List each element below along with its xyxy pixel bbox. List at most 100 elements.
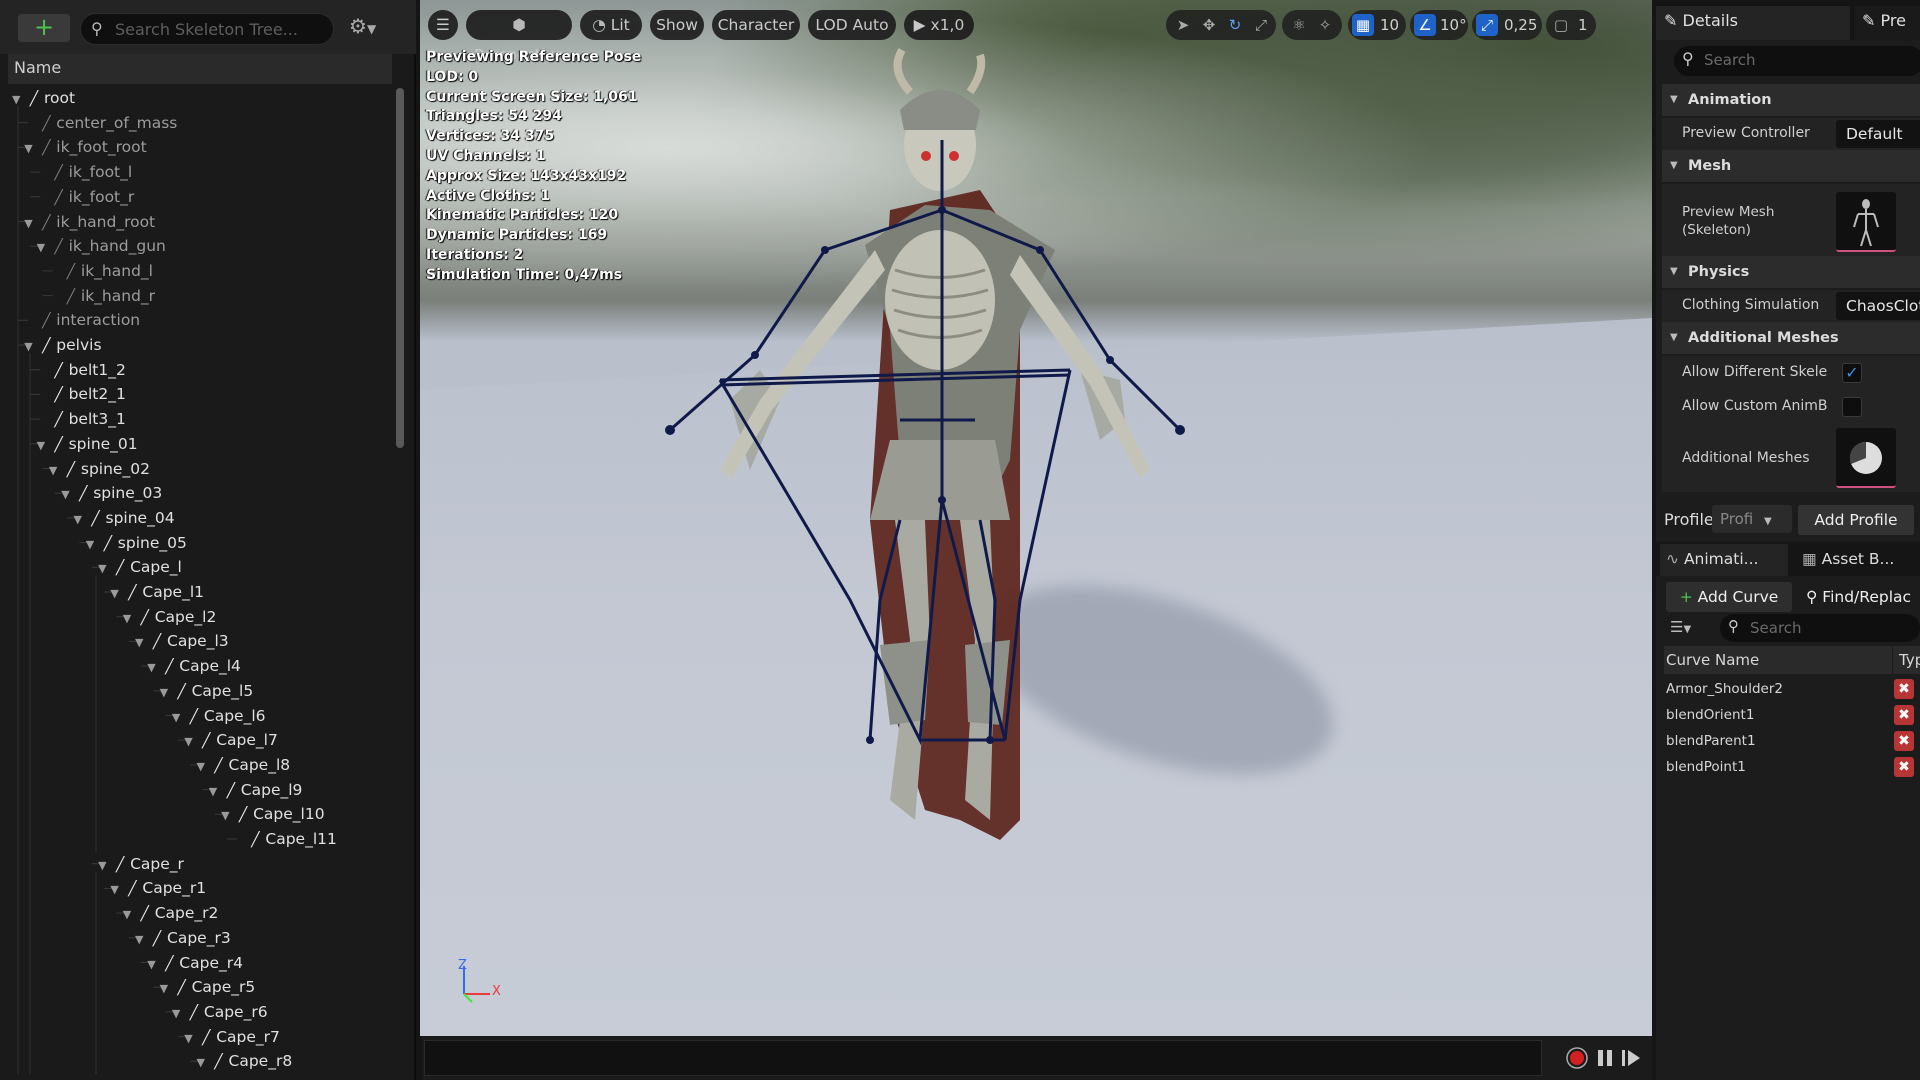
- tree-row-cape_r1[interactable]: ▼ ╱ Cape_r1: [110, 876, 206, 900]
- tree-row-cape_r4[interactable]: ▼ ╱ Cape_r4: [147, 951, 243, 975]
- tree-row-pelvis[interactable]: ▼ ╱ pelvis: [24, 333, 101, 357]
- expand-arrow-icon[interactable]: ▼: [135, 631, 147, 655]
- tree-row-cape_l3[interactable]: ▼ ╱ Cape_l3: [135, 629, 229, 653]
- tree-row-center_of_mass[interactable]: ╱ center_of_mass: [24, 111, 177, 135]
- tree-row-belt1_2[interactable]: ╱ belt1_2: [37, 358, 125, 382]
- expand-arrow-icon[interactable]: ▼: [61, 483, 73, 507]
- expand-arrow-icon[interactable]: ▼: [147, 656, 159, 680]
- tree-row-cape_r7[interactable]: ▼ ╱ Cape_r7: [184, 1025, 280, 1049]
- viewport-menu-button[interactable]: ☰: [428, 10, 458, 40]
- type-header[interactable]: Typ: [1892, 646, 1920, 674]
- tree-row-cape_l4[interactable]: ▼ ╱ Cape_l4: [147, 654, 241, 678]
- lod-button[interactable]: LOD Auto: [808, 10, 896, 40]
- delete-curve-icon[interactable]: ✖: [1894, 731, 1914, 751]
- add-profile-button[interactable]: Add Profile: [1798, 505, 1914, 535]
- add-socket-button[interactable]: +: [18, 14, 70, 42]
- section-additional-meshes[interactable]: ▼ Additional Meshes: [1662, 322, 1920, 354]
- record-icon[interactable]: [1566, 1047, 1588, 1069]
- expand-arrow-icon[interactable]: ▼: [197, 1051, 209, 1075]
- expand-arrow-icon[interactable]: ▼: [24, 335, 36, 359]
- tree-row-spine_04[interactable]: ▼ ╱ spine_04: [74, 506, 175, 530]
- curve-row[interactable]: blendOrient1 ✖: [1664, 702, 1920, 728]
- pause-icon[interactable]: [1594, 1047, 1616, 1069]
- tree-column-header[interactable]: Name: [8, 54, 392, 84]
- expand-arrow-icon[interactable]: ▼: [160, 977, 172, 1001]
- tree-row-cape_l6[interactable]: ▼ ╱ Cape_l6: [172, 704, 266, 728]
- tree-row-cape_l5[interactable]: ▼ ╱ Cape_l5: [160, 679, 254, 703]
- tree-row-cape_r3[interactable]: ▼ ╱ Cape_r3: [135, 926, 231, 950]
- tree-row-cape_r2[interactable]: ▼ ╱ Cape_r2: [123, 901, 219, 925]
- grid-snap-group[interactable]: ▦ 10: [1348, 10, 1406, 40]
- expand-arrow-icon[interactable]: ▼: [184, 730, 196, 754]
- playback-speed-button[interactable]: ▶ x1,0: [904, 10, 974, 40]
- tree-row-root[interactable]: ▼ ╱ root: [12, 86, 75, 110]
- tree-row-cape_l10[interactable]: ▼ ╱ Cape_l10: [221, 802, 324, 826]
- expand-arrow-icon[interactable]: ▼: [160, 681, 172, 705]
- allow-different-checkbox[interactable]: ✓: [1842, 363, 1862, 383]
- step-forward-icon[interactable]: [1620, 1047, 1642, 1069]
- section-animation[interactable]: ▼ Animation: [1662, 84, 1920, 116]
- tree-row-spine_02[interactable]: ▼ ╱ spine_02: [49, 457, 150, 481]
- section-physics[interactable]: ▼ Physics: [1662, 256, 1920, 288]
- find-replace-button[interactable]: ⚲ Find/Replac: [1800, 582, 1920, 612]
- filter-button[interactable]: ☰▼: [1670, 618, 1691, 636]
- tree-row-ik_foot_r[interactable]: ╱ ik_foot_r: [37, 185, 134, 209]
- skeleton-tree-search-input[interactable]: ⚲ Search Skeleton Tree...: [80, 13, 334, 45]
- expand-arrow-icon[interactable]: ▼: [135, 928, 147, 952]
- expand-arrow-icon[interactable]: ▼: [24, 212, 36, 236]
- expand-arrow-icon[interactable]: ▼: [172, 1002, 184, 1026]
- tab-anim-curves[interactable]: ∿ Animati...: [1660, 544, 1788, 576]
- expand-arrow-icon[interactable]: ▼: [221, 804, 233, 828]
- scale-icon[interactable]: ⤢: [1250, 14, 1272, 36]
- expand-arrow-icon[interactable]: ▼: [110, 878, 122, 902]
- tree-row-ik_hand_r[interactable]: ╱ ik_hand_r: [49, 284, 155, 308]
- expand-arrow-icon[interactable]: ▼: [123, 607, 135, 631]
- expand-arrow-icon[interactable]: ▼: [37, 236, 49, 260]
- tab-preview-settings[interactable]: ✎ Pre: [1854, 6, 1920, 40]
- clothing-simulation-dropdown[interactable]: ChaosCloth: [1836, 292, 1920, 320]
- expand-arrow-icon[interactable]: ▼: [12, 88, 24, 112]
- tree-row-cape_l2[interactable]: ▼ ╱ Cape_l2: [123, 605, 217, 629]
- translate-icon[interactable]: ✥: [1198, 14, 1220, 36]
- expand-arrow-icon[interactable]: ▼: [197, 755, 209, 779]
- curve-row[interactable]: Armor_Shoulder2 ✖: [1664, 676, 1920, 702]
- expand-arrow-icon[interactable]: ▼: [147, 953, 159, 977]
- tree-row-cape_l11[interactable]: ╱ Cape_l11: [233, 827, 337, 851]
- tab-details[interactable]: ✎ Details: [1656, 6, 1850, 40]
- tree-scrollbar[interactable]: [396, 88, 404, 448]
- tree-row-ik_foot_root[interactable]: ▼ ╱ ik_foot_root: [24, 135, 146, 159]
- tree-row-ik_hand_root[interactable]: ▼ ╱ ik_hand_root: [24, 210, 155, 234]
- tree-row-cape_r8[interactable]: ▼ ╱ Cape_r8: [197, 1049, 293, 1073]
- allow-custom-checkbox[interactable]: [1842, 397, 1862, 417]
- expand-arrow-icon[interactable]: ▼: [98, 854, 110, 878]
- expand-arrow-icon[interactable]: ▼: [37, 434, 49, 458]
- add-curve-button[interactable]: + Add Curve: [1666, 582, 1792, 612]
- curve-search-input[interactable]: ⚲ Search: [1720, 614, 1920, 642]
- viewport[interactable]: ☰ ⬢ Perspective ◔ Lit Show Character LOD…: [420, 0, 1652, 1036]
- show-button[interactable]: Show: [650, 10, 704, 40]
- expand-arrow-icon[interactable]: ▼: [86, 533, 98, 557]
- tree-row-cape_l9[interactable]: ▼ ╱ Cape_l9: [209, 778, 303, 802]
- tree-row-cape_l7[interactable]: ▼ ╱ Cape_l7: [184, 728, 278, 752]
- curve-name-header[interactable]: Curve Name: [1666, 646, 1759, 674]
- tree-row-belt3_1[interactable]: ╱ belt3_1: [37, 407, 125, 431]
- tree-row-ik_foot_l[interactable]: ╱ ik_foot_l: [37, 160, 132, 184]
- expand-arrow-icon[interactable]: ▼: [184, 1027, 196, 1051]
- expand-arrow-icon[interactable]: ▼: [24, 137, 36, 161]
- delete-curve-icon[interactable]: ✖: [1894, 705, 1914, 725]
- section-mesh[interactable]: ▼ Mesh: [1662, 150, 1920, 182]
- tree-row-cape_l8[interactable]: ▼ ╱ Cape_l8: [197, 753, 291, 777]
- preview-mesh-thumbnail[interactable]: [1836, 192, 1896, 252]
- tree-row-interaction[interactable]: ╱ interaction: [24, 308, 140, 332]
- details-search-input[interactable]: ⚲ Search: [1674, 46, 1920, 76]
- expand-arrow-icon[interactable]: ▼: [172, 706, 184, 730]
- select-arrow-icon[interactable]: ➤: [1172, 14, 1194, 36]
- perspective-button[interactable]: ⬢ Perspective: [466, 10, 572, 64]
- scale-snap-group[interactable]: ⤢ 0,25: [1472, 10, 1542, 40]
- tree-row-spine_03[interactable]: ▼ ╱ spine_03: [61, 481, 162, 505]
- timeline-scrubber[interactable]: [424, 1040, 1542, 1076]
- delete-curve-icon[interactable]: ✖: [1894, 679, 1914, 699]
- tree-row-cape_r5[interactable]: ▼ ╱ Cape_r5: [160, 975, 256, 999]
- tree-row-cape_r6[interactable]: ▼ ╱ Cape_r6: [172, 1000, 268, 1024]
- tab-asset-browser[interactable]: ▦ Asset B...: [1796, 544, 1920, 576]
